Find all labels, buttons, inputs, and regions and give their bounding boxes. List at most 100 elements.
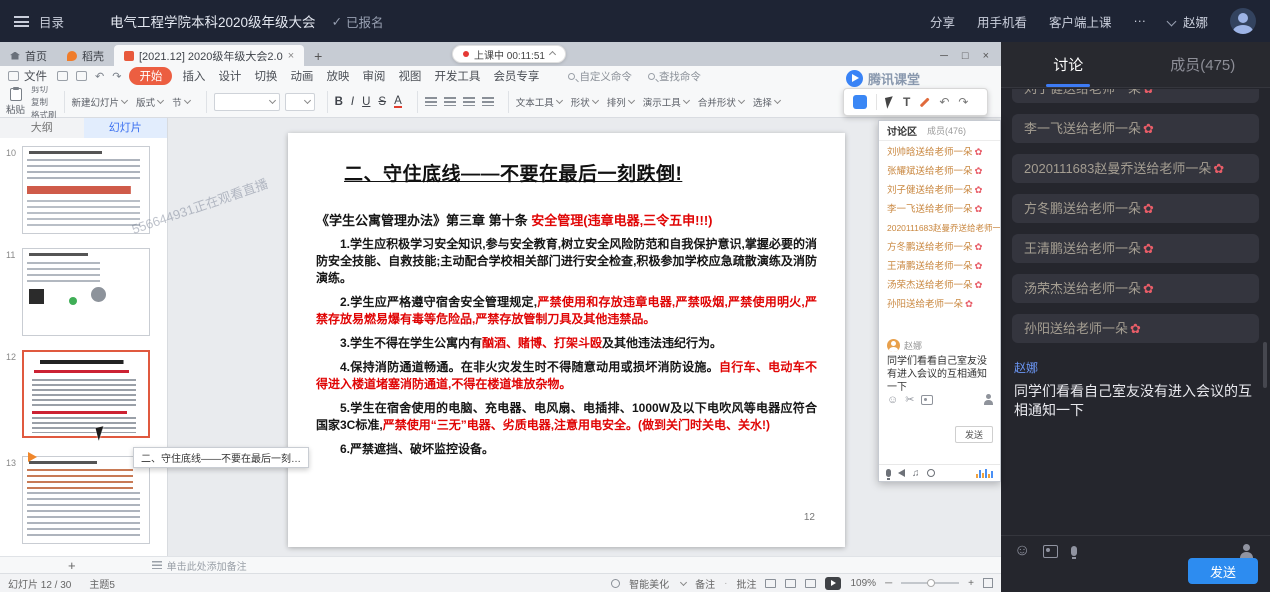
underline-button[interactable]: U <box>362 96 370 108</box>
tab-slides[interactable]: 幻灯片 <box>84 118 168 138</box>
align-justify-icon[interactable] <box>482 97 494 106</box>
merge-shapes-button[interactable]: 合并形状 <box>698 95 744 109</box>
theme-name[interactable]: 主题5 <box>89 576 115 591</box>
find-command-button[interactable]: 查找命令 <box>648 69 701 84</box>
add-slide-button[interactable]: + <box>68 558 76 573</box>
catalog-button[interactable]: 目录 <box>39 12 64 31</box>
align-center-icon[interactable] <box>444 97 456 106</box>
ribbon-tab-slideshow[interactable]: 放映 <box>326 68 349 84</box>
ribbon-tab-animation[interactable]: 动画 <box>290 68 313 84</box>
menu-icon[interactable] <box>14 16 29 27</box>
align-left-icon[interactable] <box>425 97 437 106</box>
ribbon-tab-developer[interactable]: 开发工具 <box>434 68 480 84</box>
redo-icon[interactable]: ↷ <box>958 95 968 109</box>
image-icon[interactable] <box>1043 545 1058 558</box>
emoji-icon[interactable]: ☺ <box>1014 542 1030 560</box>
normal-view-icon[interactable] <box>765 579 776 588</box>
scrollbar[interactable] <box>1263 342 1267 388</box>
close-tab-icon[interactable]: × <box>288 50 294 62</box>
minimize-button[interactable]: ─ <box>940 50 948 62</box>
ribbon-tab-design[interactable]: 设计 <box>218 68 241 84</box>
arrange-button[interactable]: 排列 <box>607 95 634 109</box>
emoji-icon[interactable]: ☺ <box>887 394 898 406</box>
font-color-button[interactable]: A <box>394 96 402 108</box>
ribbon-tab-review[interactable]: 审阅 <box>362 68 385 84</box>
tab-outline[interactable]: 大纲 <box>0 118 84 138</box>
user-name[interactable]: 赵娜 <box>1183 12 1208 31</box>
undo-icon[interactable]: ↶ <box>95 70 104 83</box>
text-tool-button[interactable]: 文本工具 <box>516 95 562 109</box>
inner-send-button[interactable]: 发送 <box>955 426 993 443</box>
member-icon[interactable] <box>983 394 994 405</box>
client-class-button[interactable]: 客户端上课 <box>1049 12 1112 31</box>
settings-gear-icon[interactable] <box>927 469 935 477</box>
notes-toggle[interactable]: 备注 <box>695 576 715 591</box>
custom-command-button[interactable]: 自定义命令 <box>568 69 632 84</box>
text-tool-icon[interactable]: T <box>903 95 910 109</box>
bold-button[interactable]: B <box>335 96 343 108</box>
maximize-button[interactable]: □ <box>962 50 969 62</box>
section-button[interactable]: 节 <box>172 95 190 109</box>
select-cursor-icon[interactable] <box>885 96 895 108</box>
close-button[interactable]: × <box>983 50 989 62</box>
wps-document-tab[interactable]: [2021.12] 2020级年级大会2.0× <box>114 45 304 66</box>
phone-view-button[interactable]: 用手机看 <box>977 12 1027 31</box>
undo-icon[interactable]: ↶ <box>939 95 949 109</box>
send-button[interactable]: 发送 <box>1188 558 1258 584</box>
redo-icon[interactable]: ↷ <box>112 70 121 83</box>
share-button[interactable]: 分享 <box>930 12 955 31</box>
beautify-button[interactable]: 智能美化 <box>629 576 669 591</box>
ribbon-tab-view[interactable]: 视图 <box>398 68 421 84</box>
chevron-down-icon[interactable] <box>1167 16 1177 26</box>
play-from-slide-icon[interactable] <box>28 452 37 462</box>
microphone-icon[interactable] <box>886 469 891 477</box>
current-slide[interactable]: 二、守住底线——不要在最后一刻跌倒! 《学生公寓管理办法》第三章 第十条 安全管… <box>288 133 845 547</box>
reading-view-icon[interactable] <box>805 579 816 588</box>
zoom-slider-handle[interactable] <box>927 579 935 587</box>
new-tab-button[interactable]: + <box>304 45 332 66</box>
slide-thumbnail-12-selected[interactable] <box>22 350 150 438</box>
paste-button[interactable]: 粘贴 <box>6 88 25 116</box>
align-right-icon[interactable] <box>463 97 475 106</box>
avatar[interactable] <box>1230 8 1256 34</box>
grid-view-icon[interactable] <box>785 579 796 588</box>
slideshow-play-button[interactable] <box>825 577 841 590</box>
zoom-in-button[interactable]: + <box>968 578 974 589</box>
ribbon-tab-member[interactable]: 会员专享 <box>493 68 539 84</box>
slide-thumbnail-13[interactable] <box>22 456 150 544</box>
wps-docer-tab[interactable]: 稻壳 <box>57 45 114 66</box>
zoom-slider[interactable] <box>901 582 959 584</box>
notes-hint[interactable]: 单击此处添加备注 <box>167 558 247 573</box>
music-icon[interactable]: ♫ <box>912 468 920 479</box>
pen-tool-icon[interactable] <box>920 97 930 107</box>
fit-slide-icon[interactable] <box>983 578 993 588</box>
font-size-select[interactable] <box>285 93 315 111</box>
file-menu[interactable]: 文件 <box>8 68 47 84</box>
new-slide-button[interactable]: 新建幻灯片 <box>72 95 128 109</box>
zoom-out-button[interactable]: ─ <box>885 578 892 589</box>
ribbon-tab-insert[interactable]: 插入 <box>182 68 205 84</box>
ribbon-tab-home[interactable]: 开始 <box>129 67 172 85</box>
comments-toggle[interactable]: 批注 <box>736 576 756 591</box>
speaker-icon[interactable] <box>898 469 905 477</box>
shapes-button[interactable]: 形状 <box>571 95 598 109</box>
save-icon[interactable] <box>57 71 68 81</box>
tab-discussion[interactable]: 讨论 <box>1001 42 1136 87</box>
slide-thumbnail-11[interactable] <box>22 248 150 336</box>
wps-home-tab[interactable]: 首页 <box>0 45 57 66</box>
copy-button[interactable]: 复制 <box>31 96 57 108</box>
scissors-icon[interactable]: ✂ <box>905 393 914 406</box>
microphone-icon[interactable] <box>1071 546 1077 556</box>
strikethrough-button[interactable]: S <box>378 96 386 108</box>
select-button[interactable]: 选择 <box>753 95 780 109</box>
inner-tab-discussion[interactable]: 讨论区 <box>887 123 917 138</box>
layout-button[interactable]: 版式 <box>136 95 163 109</box>
discussion-message-list[interactable]: 刘子健送给老师一朵✿ 李一飞送给老师一朵✿ 2020111683赵曼乔送给老师一… <box>1001 89 1270 445</box>
italic-button[interactable]: I <box>351 96 354 108</box>
image-icon[interactable] <box>921 395 933 405</box>
member-icon[interactable] <box>1239 544 1254 558</box>
whiteboard-icon[interactable] <box>853 95 867 109</box>
class-recording-pill[interactable]: 上课中 00:11:51 <box>452 45 566 63</box>
print-icon[interactable] <box>76 71 87 81</box>
tab-members[interactable]: 成员(475) <box>1136 42 1270 87</box>
